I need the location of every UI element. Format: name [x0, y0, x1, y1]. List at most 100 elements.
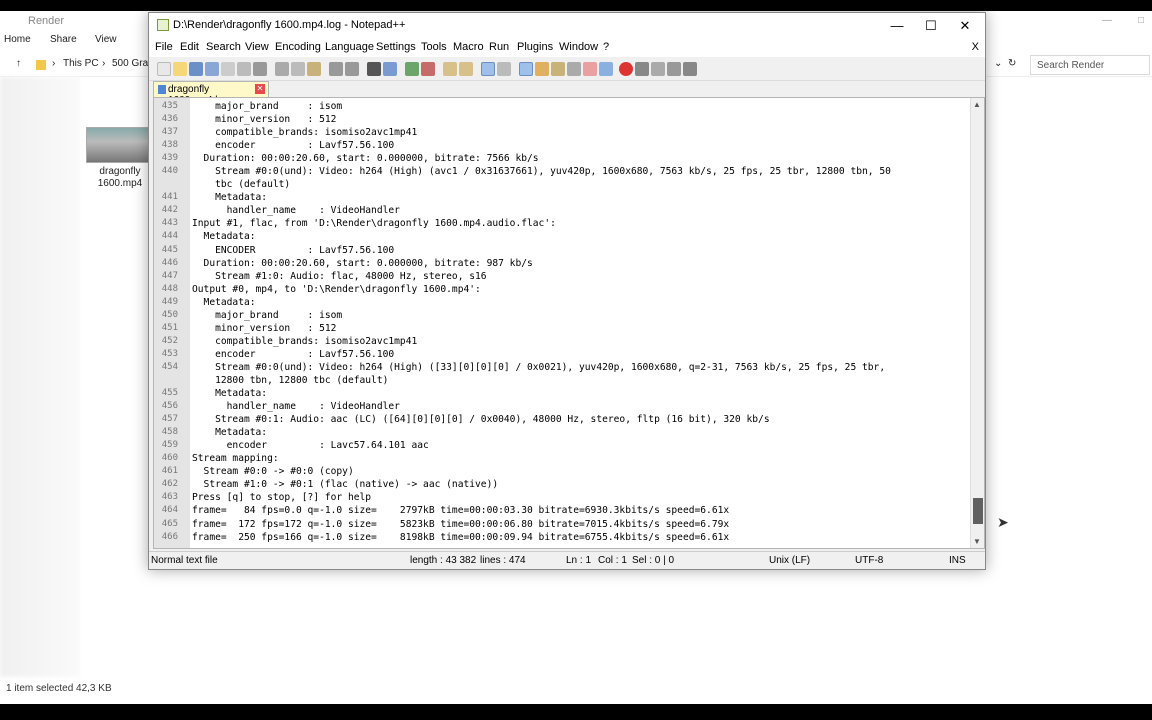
close-all-icon[interactable]: [237, 62, 251, 76]
ribbon-tab-view[interactable]: View: [95, 34, 117, 45]
menu-plugins[interactable]: Plugins: [517, 41, 553, 53]
menu-settings[interactable]: Settings: [376, 41, 416, 53]
run-macro-multiple-icon[interactable]: [667, 62, 681, 76]
sync-horizontal-icon[interactable]: [459, 62, 473, 76]
show-all-chars-icon[interactable]: [497, 62, 511, 76]
find-icon[interactable]: [367, 62, 381, 76]
menu-view[interactable]: View: [245, 41, 269, 53]
monitoring-icon[interactable]: [599, 62, 613, 76]
menu-language[interactable]: Language: [325, 41, 374, 53]
editor-line[interactable]: 439 Duration: 00:00:20.60, start: 0.0000…: [154, 152, 970, 165]
menu-tools[interactable]: Tools: [421, 41, 447, 53]
cut-icon[interactable]: [275, 62, 289, 76]
replace-icon[interactable]: [383, 62, 397, 76]
up-arrow-icon[interactable]: ↑: [16, 58, 21, 69]
folder-as-workspace-icon[interactable]: [583, 62, 597, 76]
editor-line[interactable]: 435 major_brand : isom: [154, 100, 970, 113]
save-macro-icon[interactable]: [683, 62, 697, 76]
editor-line[interactable]: 455 Metadata:: [154, 387, 970, 400]
menu-search[interactable]: Search: [206, 41, 241, 53]
editor-line[interactable]: 457 Stream #0:1: Audio: aac (LC) ([64][0…: [154, 413, 970, 426]
editor-line[interactable]: tbc (default): [154, 178, 970, 191]
indent-guide-icon[interactable]: [519, 62, 533, 76]
ribbon-tab-share[interactable]: Share: [50, 34, 77, 45]
editor-line[interactable]: 456 handler_name : VideoHandler: [154, 400, 970, 413]
explorer-search-input[interactable]: Search Render: [1030, 55, 1150, 75]
editor-line[interactable]: 447 Stream #1:0: Audio: flac, 48000 Hz, …: [154, 270, 970, 283]
editor-line[interactable]: 452 compatible_brands: isomiso2avc1mp41: [154, 335, 970, 348]
close-file-icon[interactable]: [221, 62, 235, 76]
maximize-button[interactable]: ☐: [915, 16, 947, 36]
menu-help[interactable]: ?: [603, 41, 609, 53]
menu-edit[interactable]: Edit: [180, 41, 199, 53]
editor-line[interactable]: 451 minor_version : 512: [154, 322, 970, 335]
explorer-minimize-button[interactable]: —: [1102, 15, 1112, 26]
breadcrumb-this-pc[interactable]: This PC: [63, 58, 99, 69]
editor-line[interactable]: 437 compatible_brands: isomiso2avc1mp41: [154, 126, 970, 139]
editor-line[interactable]: 438 encoder : Lavf57.56.100: [154, 139, 970, 152]
function-list-icon[interactable]: [567, 62, 581, 76]
chevron-down-icon[interactable]: ⌄: [994, 58, 1002, 69]
paste-icon[interactable]: [307, 62, 321, 76]
save-all-icon[interactable]: [205, 62, 219, 76]
tab-close-icon[interactable]: ✕: [255, 84, 265, 94]
editor-line[interactable]: 442 handler_name : VideoHandler: [154, 204, 970, 217]
editor-line[interactable]: 443 Input #1, flac, from 'D:\Render\drago…: [154, 217, 970, 230]
save-icon[interactable]: [189, 62, 203, 76]
editor-line[interactable]: 460 Stream mapping:: [154, 452, 970, 465]
explorer-maximize-button[interactable]: □: [1138, 15, 1144, 26]
undo-icon[interactable]: [329, 62, 343, 76]
stop-macro-icon[interactable]: [635, 62, 649, 76]
editor-line[interactable]: 449 Metadata:: [154, 296, 970, 309]
open-file-icon[interactable]: [173, 62, 187, 76]
editor-line[interactable]: 461 Stream #0:0 -> #0:0 (copy): [154, 465, 970, 478]
editor-line[interactable]: 466 frame= 250 fps=166 q=-1.0 size= 8198k…: [154, 531, 970, 544]
tab-dragonfly-log[interactable]: dragonfly 1600.mp4.log ✕: [153, 81, 269, 106]
vertical-scrollbar[interactable]: ▲ ▼: [970, 98, 984, 548]
new-file-icon[interactable]: [157, 62, 171, 76]
scrollbar-thumb[interactable]: [973, 498, 983, 524]
text-editor[interactable]: 435 major_brand : isom 436 minor_version …: [153, 97, 985, 549]
editor-line[interactable]: 12800 tbn, 12800 tbc (default): [154, 374, 970, 387]
menu-run[interactable]: Run: [489, 41, 509, 53]
editor-line[interactable]: 453 encoder : Lavf57.56.100: [154, 348, 970, 361]
editor-line[interactable]: 458 Metadata:: [154, 426, 970, 439]
sync-vertical-icon[interactable]: [443, 62, 457, 76]
word-wrap-icon[interactable]: [481, 62, 495, 76]
doc-map-icon[interactable]: [551, 62, 565, 76]
editor-line[interactable]: 444 Metadata:: [154, 230, 970, 243]
editor-line[interactable]: 465 frame= 172 fps=172 q=-1.0 size= 5823k…: [154, 518, 970, 531]
close-button[interactable]: ✕: [949, 16, 981, 36]
refresh-icon[interactable]: ↻: [1008, 58, 1016, 69]
scroll-down-icon[interactable]: ▼: [973, 537, 981, 546]
close-document-x[interactable]: X: [972, 41, 979, 53]
video-thumbnail[interactable]: [86, 127, 150, 163]
copy-icon[interactable]: [291, 62, 305, 76]
menu-encoding[interactable]: Encoding: [275, 41, 321, 53]
zoom-out-icon[interactable]: [421, 62, 435, 76]
print-icon[interactable]: [253, 62, 267, 76]
editor-line[interactable]: 462 Stream #1:0 -> #0:1 (flac (native) -…: [154, 478, 970, 491]
editor-line[interactable]: 445 ENCODER : Lavf57.56.100: [154, 244, 970, 257]
menu-window[interactable]: Window: [559, 41, 598, 53]
editor-line[interactable]: 454 Stream #0:0(und): Video: h264 (High)…: [154, 361, 970, 374]
record-macro-icon[interactable]: [619, 62, 633, 76]
editor-line[interactable]: 448 Output #0, mp4, to 'D:\Render\dragonf…: [154, 283, 970, 296]
ribbon-tab-home[interactable]: Home: [4, 34, 31, 45]
file-name-label[interactable]: dragonfly 1600.mp4: [90, 166, 150, 190]
editor-line[interactable]: 464 frame= 84 fps=0.0 q=-1.0 size= 2797kB…: [154, 504, 970, 517]
udl-icon[interactable]: [535, 62, 549, 76]
editor-line[interactable]: 440 Stream #0:0(und): Video: h264 (High)…: [154, 165, 970, 178]
editor-line[interactable]: 459 encoder : Lavc57.64.101 aac: [154, 439, 970, 452]
editor-line[interactable]: 446 Duration: 00:00:20.60, start: 0.0000…: [154, 257, 970, 270]
menu-file[interactable]: File: [155, 41, 173, 53]
scroll-up-icon[interactable]: ▲: [973, 100, 981, 109]
zoom-in-icon[interactable]: [405, 62, 419, 76]
editor-line[interactable]: 436 minor_version : 512: [154, 113, 970, 126]
redo-icon[interactable]: [345, 62, 359, 76]
editor-line[interactable]: 463 Press [q] to stop, [?] for help: [154, 491, 970, 504]
editor-line[interactable]: 450 major_brand : isom: [154, 309, 970, 322]
menu-macro[interactable]: Macro: [453, 41, 484, 53]
editor-line[interactable]: 441 Metadata:: [154, 191, 970, 204]
play-macro-icon[interactable]: [651, 62, 665, 76]
